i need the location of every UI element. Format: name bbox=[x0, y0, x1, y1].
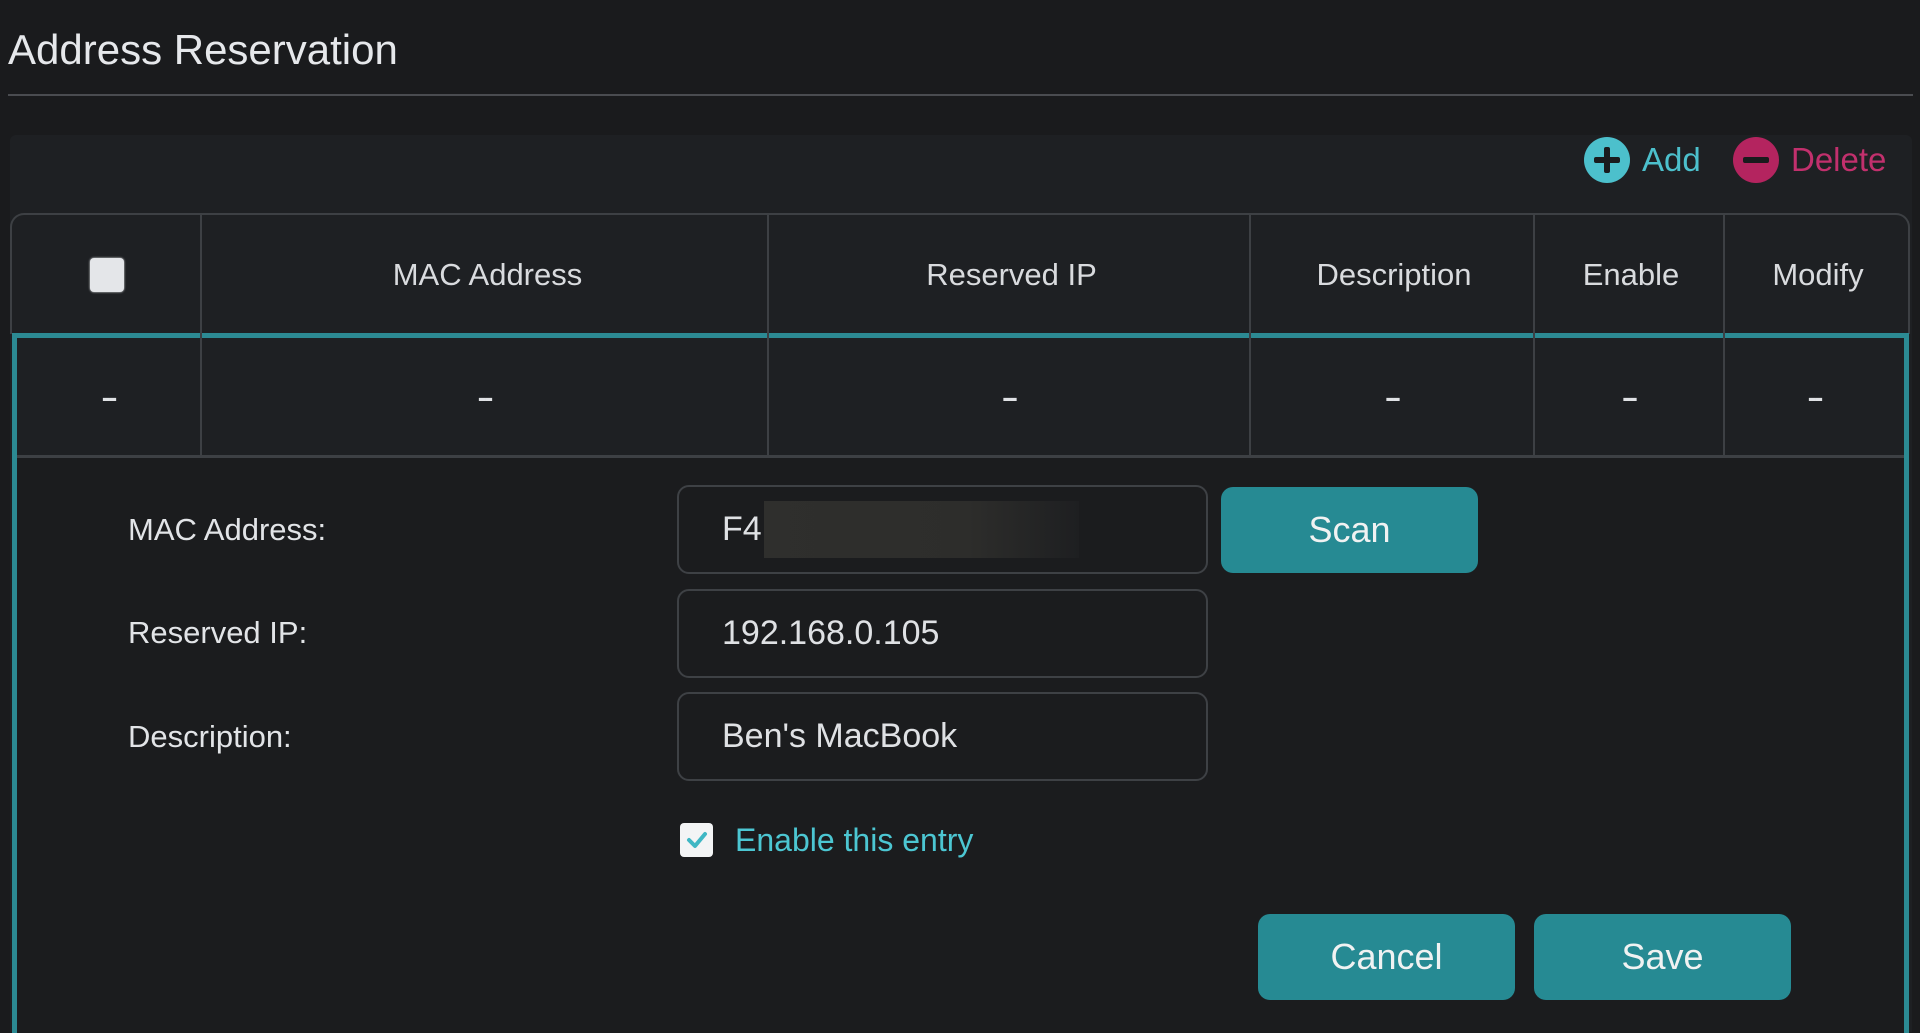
minus-circle-icon bbox=[1733, 137, 1779, 183]
cell-mac-address: -- bbox=[477, 381, 493, 412]
enable-entry-checkbox[interactable] bbox=[680, 823, 713, 857]
reserved-ip-label: Reserved IP: bbox=[128, 615, 308, 650]
cell-modify: -- bbox=[1807, 381, 1823, 412]
header-mac-address[interactable]: MAC Address bbox=[204, 215, 771, 334]
header-select-cell bbox=[12, 215, 202, 334]
cell-enable: -- bbox=[1622, 381, 1637, 412]
cell-reserved-ip: -- bbox=[1002, 381, 1017, 412]
header-description[interactable]: Description bbox=[1252, 215, 1536, 334]
save-button[interactable]: Save bbox=[1534, 914, 1791, 1000]
cell-description: -- bbox=[1385, 381, 1400, 412]
reserved-ip-input[interactable]: 192.168.0.105 bbox=[677, 589, 1208, 678]
delete-label: Delete bbox=[1791, 141, 1887, 178]
header-reserved-ip[interactable]: Reserved IP bbox=[771, 215, 1252, 334]
delete-button[interactable]: Delete bbox=[1733, 137, 1886, 183]
mac-address-label: MAC Address: bbox=[128, 512, 327, 547]
select-all-checkbox[interactable] bbox=[90, 257, 124, 292]
header-modify[interactable]: Modify bbox=[1726, 215, 1910, 334]
page-title: Address Reservation bbox=[8, 26, 398, 73]
plus-circle-icon bbox=[1584, 137, 1630, 183]
check-icon bbox=[686, 832, 707, 848]
description-label: Description: bbox=[128, 719, 292, 754]
enable-entry-label[interactable]: Enable this entry bbox=[735, 818, 973, 862]
scan-button[interactable]: Scan bbox=[1221, 487, 1478, 573]
table-header: MAC Address Reserved IP Description Enab… bbox=[10, 213, 1910, 334]
add-button[interactable]: Add bbox=[1584, 137, 1701, 183]
mac-address-input[interactable]: F4 bbox=[677, 485, 1208, 574]
cell-select: -- bbox=[101, 381, 117, 412]
description-input[interactable]: Ben's MacBook bbox=[677, 692, 1208, 781]
cancel-button[interactable]: Cancel bbox=[1258, 914, 1515, 1000]
header-enable[interactable]: Enable bbox=[1536, 215, 1726, 334]
add-label: Add bbox=[1642, 141, 1701, 178]
redacted-region bbox=[763, 501, 1079, 558]
title-divider bbox=[8, 94, 1913, 96]
mac-address-value: F4 bbox=[722, 510, 762, 548]
